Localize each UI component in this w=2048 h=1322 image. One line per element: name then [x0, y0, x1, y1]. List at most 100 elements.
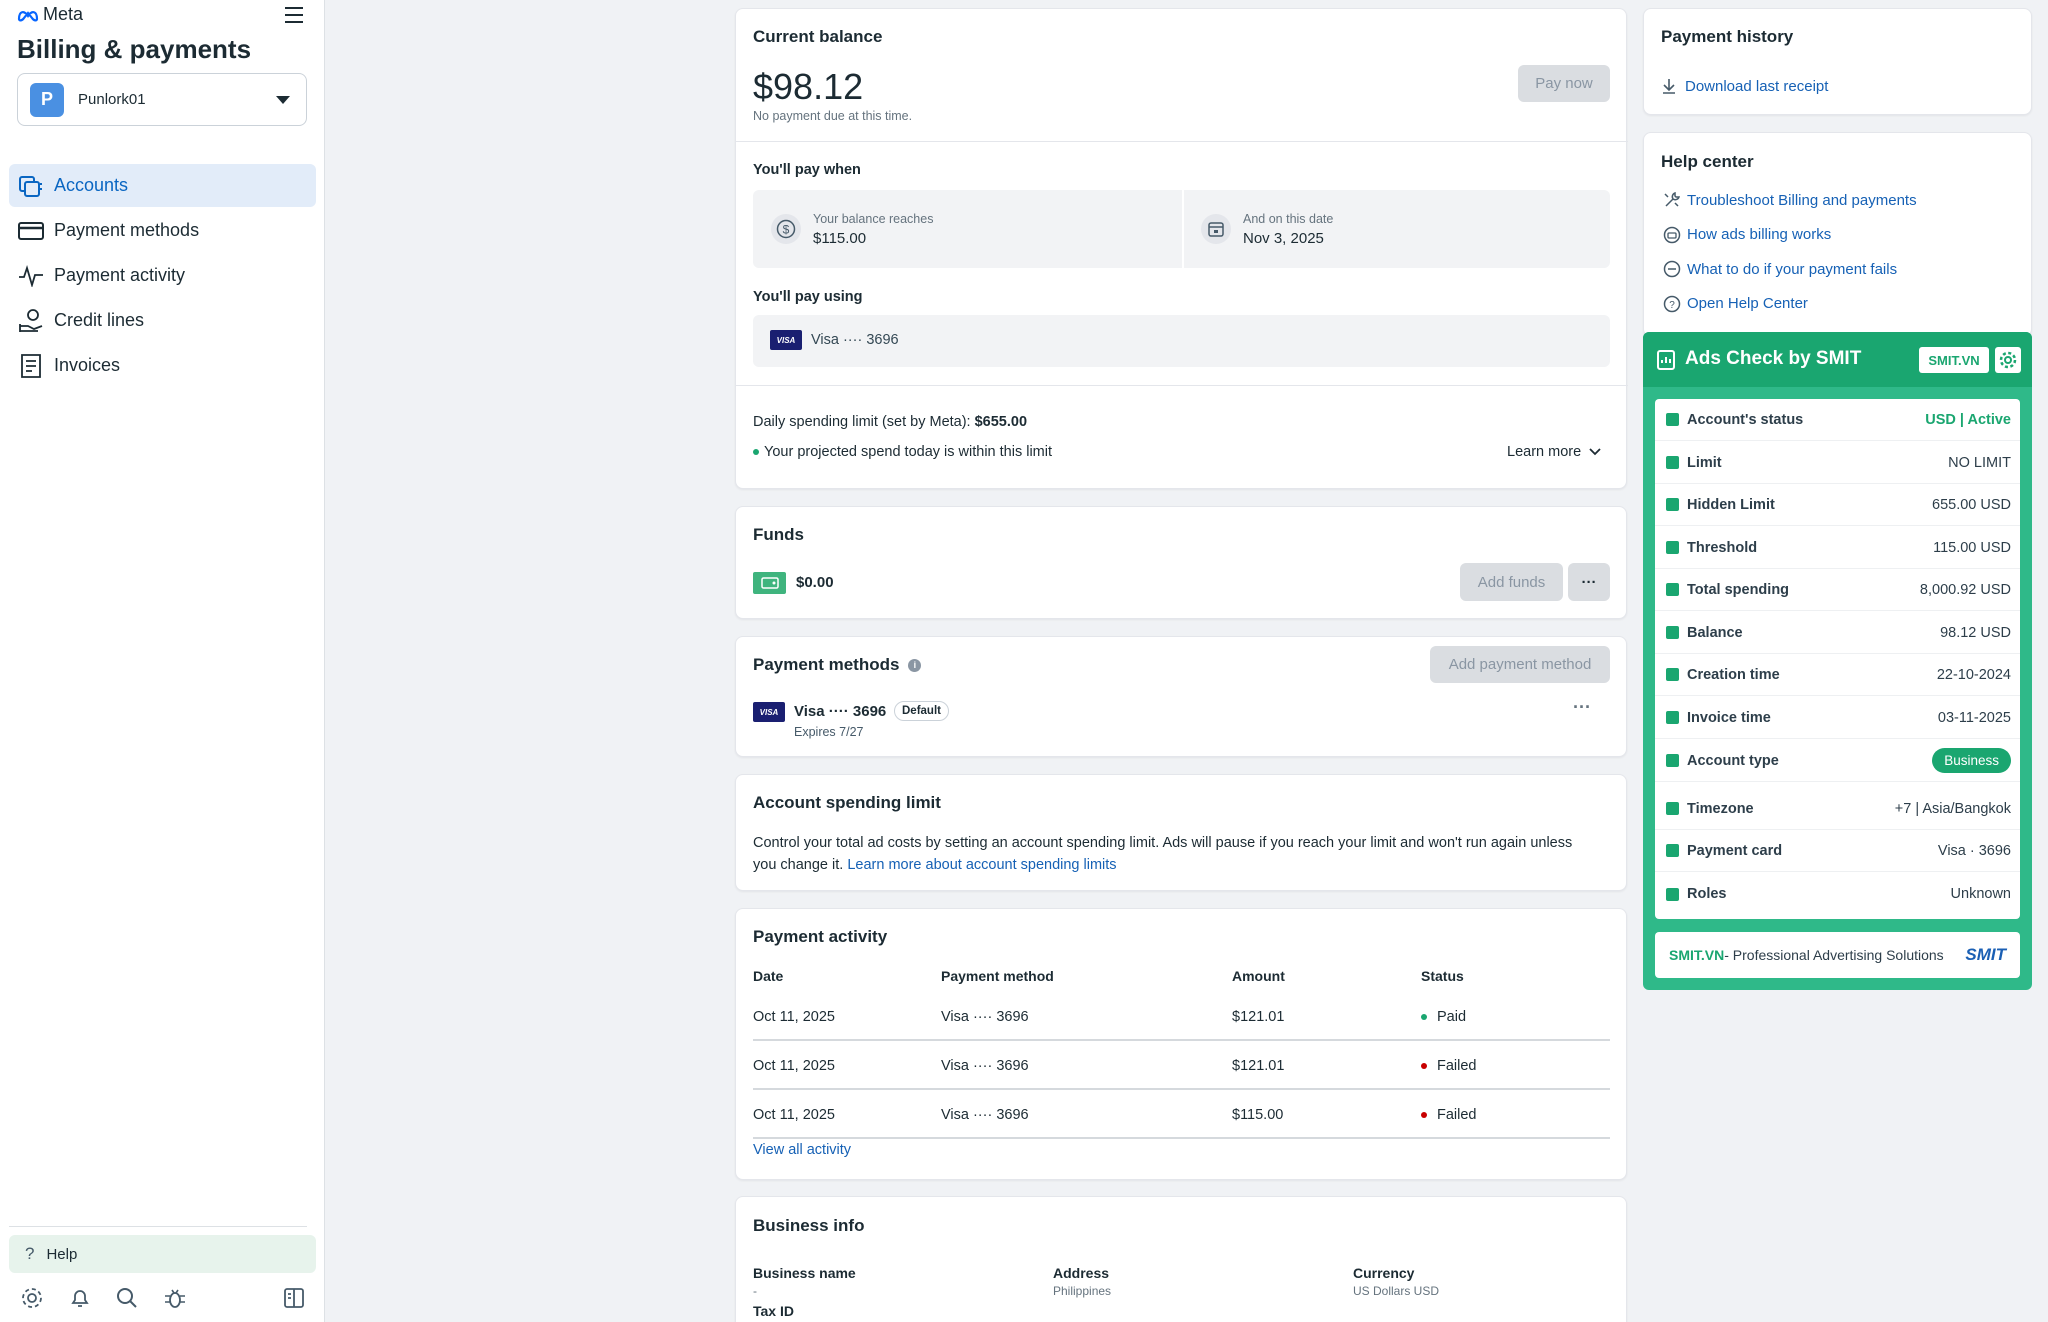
smit-row: Creation time 22-10-2024: [1655, 654, 2020, 696]
sidebar-footer: [18, 1284, 308, 1312]
column-header: Payment method: [941, 968, 1054, 984]
method-cell: Visa ···· 3696: [941, 1058, 1029, 1074]
menu-icon[interactable]: [283, 4, 305, 26]
status-cell: Failed: [1421, 1107, 1477, 1123]
sidebar-item-accounts[interactable]: Accounts: [9, 164, 316, 207]
business-info-card: Business info Business name - Tax ID Add…: [735, 1196, 1627, 1322]
amount-cell: $121.01: [1232, 1009, 1285, 1025]
amount-cell: $115.00: [1232, 1107, 1284, 1123]
method-cell: Visa ···· 3696: [941, 1107, 1029, 1123]
balance-amount: $98.12: [753, 66, 864, 107]
table-header: Date Payment method Amount Status: [753, 968, 1610, 988]
help-link-billing[interactable]: How ads billing works: [1661, 218, 2021, 253]
spending-limit-card: Account spending limit Control your tota…: [735, 774, 1627, 891]
bug-icon[interactable]: [161, 1284, 189, 1312]
smit-row-value: 8,000.92 USD: [1919, 581, 2011, 598]
pay-using-card: Visa ···· 3696: [811, 332, 899, 348]
help-link-label: How ads billing works: [1687, 226, 1832, 244]
smit-row-value: 03-11-2025: [1937, 709, 2011, 726]
projected-text: Your projected spend today is within thi…: [764, 444, 1053, 460]
sidebar-item-label: Invoices: [54, 355, 121, 375]
column-header: Amount: [1232, 968, 1285, 984]
card-title: Payment history: [1661, 27, 1794, 46]
business-name-label: Business name: [753, 1265, 856, 1281]
chevron-down-icon: [1589, 448, 1601, 456]
account-name: Punlork01: [78, 91, 146, 108]
settings-icon[interactable]: [18, 1284, 46, 1312]
currency-label: Currency: [1353, 1265, 1415, 1281]
download-receipt-link[interactable]: Download last receipt: [1661, 77, 1828, 95]
help-link-payment-fails[interactable]: What to do if your payment fails: [1661, 252, 2021, 287]
current-balance-card: Current balance $98.12 No payment due at…: [735, 8, 1628, 489]
spending-limit-text: Control your total ad costs by setting a…: [753, 832, 1593, 876]
add-payment-method-button[interactable]: Add payment method: [1430, 646, 1610, 683]
more-options-button[interactable]: ···: [1573, 697, 1591, 718]
status-text: Failed: [1437, 1107, 1477, 1123]
view-all-activity-link[interactable]: View all activity: [753, 1142, 851, 1158]
smit-row-icon: [1666, 583, 1679, 596]
status-text: Failed: [1437, 1058, 1477, 1074]
divider: [736, 141, 1628, 142]
sidebar-item-credit-lines[interactable]: Credit lines: [9, 299, 316, 342]
help-link-open-help-center[interactable]: ? Open Help Center: [1661, 287, 2021, 322]
smit-row-value: +7 | Asia/Bangkok: [1894, 800, 2011, 817]
sidebar-item-payment-methods[interactable]: Payment methods: [9, 209, 316, 252]
page-title: Billing & payments: [17, 34, 252, 64]
smit-row-label: Timezone: [1687, 800, 1754, 817]
smit-row: Payment card Visa · 3696: [1655, 830, 2020, 872]
sidebar-item-label: Payment methods: [54, 220, 200, 240]
table-row[interactable]: Oct 11, 2025 Visa ···· 3696 $115.00 Failed: [753, 1099, 1610, 1139]
sidebar-item-payment-activity[interactable]: Payment activity: [9, 254, 316, 297]
smit-row: Threshold 115.00 USD: [1655, 527, 2020, 569]
bell-icon[interactable]: [66, 1284, 94, 1312]
smit-row: Limit NO LIMIT: [1655, 442, 2020, 484]
smit-row-value: NO LIMIT: [1948, 454, 2011, 471]
activity-icon: [17, 262, 45, 290]
sidebar-item-label: Accounts: [54, 175, 129, 195]
chevron-down-icon: [276, 96, 290, 104]
pm-title-row: Payment methods i: [753, 655, 922, 675]
panel-toggle-icon[interactable]: [280, 1284, 308, 1312]
add-funds-button[interactable]: Add funds: [1460, 563, 1563, 601]
visa-icon: VISA: [753, 702, 785, 722]
search-icon[interactable]: [113, 1284, 141, 1312]
accounts-icon: [17, 172, 45, 200]
sidebar-item-invoices[interactable]: Invoices: [9, 344, 316, 387]
smit-footer[interactable]: SMIT.VN - Professional Advertising Solut…: [1655, 932, 2020, 978]
smit-row-label: Limit: [1687, 454, 1722, 471]
funds-amount: $0.00: [796, 574, 834, 591]
smit-row-icon: [1666, 668, 1679, 681]
download-icon: [1663, 79, 1675, 94]
gear-icon[interactable]: [1995, 347, 2021, 373]
account-selector[interactable]: P Punlork01: [17, 73, 307, 126]
report-icon: [1657, 350, 1675, 370]
meta-logo[interactable]: Meta: [17, 4, 83, 25]
smit-row: Balance 98.12 USD: [1655, 612, 2020, 654]
currency-value: US Dollars USD: [1353, 1284, 1440, 1298]
pay-now-button[interactable]: Pay now: [1518, 65, 1610, 102]
pm-expiry: Expires 7/27: [794, 725, 864, 739]
divider: [736, 385, 1628, 386]
status-cell: Paid: [1421, 1009, 1466, 1025]
learn-more-link[interactable]: Learn more about account spending limits: [847, 857, 1116, 873]
help-link-troubleshoot[interactable]: Troubleshoot Billing and payments: [1661, 183, 2021, 218]
table-row[interactable]: Oct 11, 2025 Visa ···· 3696 $121.01 Paid: [753, 1001, 1610, 1041]
info-icon[interactable]: i: [908, 658, 922, 672]
help-button[interactable]: ? Help: [9, 1235, 316, 1273]
smit-row-icon: [1666, 711, 1679, 724]
smit-row-label: Hidden Limit: [1687, 496, 1775, 513]
smit-badge[interactable]: SMIT.VN: [1919, 347, 1989, 373]
more-options-button[interactable]: ···: [1568, 563, 1610, 601]
wallet-icon: [753, 572, 786, 594]
sidebar-nav: Accounts Payment methods Payment activit…: [9, 164, 316, 389]
table-row[interactable]: Oct 11, 2025 Visa ···· 3696 $121.01 Failed: [753, 1050, 1610, 1090]
learn-more-button[interactable]: Learn more: [1507, 444, 1601, 460]
reach-label: Your balance reaches: [813, 212, 934, 226]
smit-row-value: 98.12 USD: [1940, 624, 2011, 641]
daily-limit: Daily spending limit (set by Meta): $655…: [753, 414, 1027, 430]
smit-row-icon: [1666, 456, 1679, 469]
invoice-icon: [17, 352, 45, 380]
pay-using-title: You'll pay using: [753, 289, 863, 305]
help-link-label: What to do if your payment fails: [1687, 260, 1898, 278]
meta-logo-text: Meta: [43, 4, 84, 24]
